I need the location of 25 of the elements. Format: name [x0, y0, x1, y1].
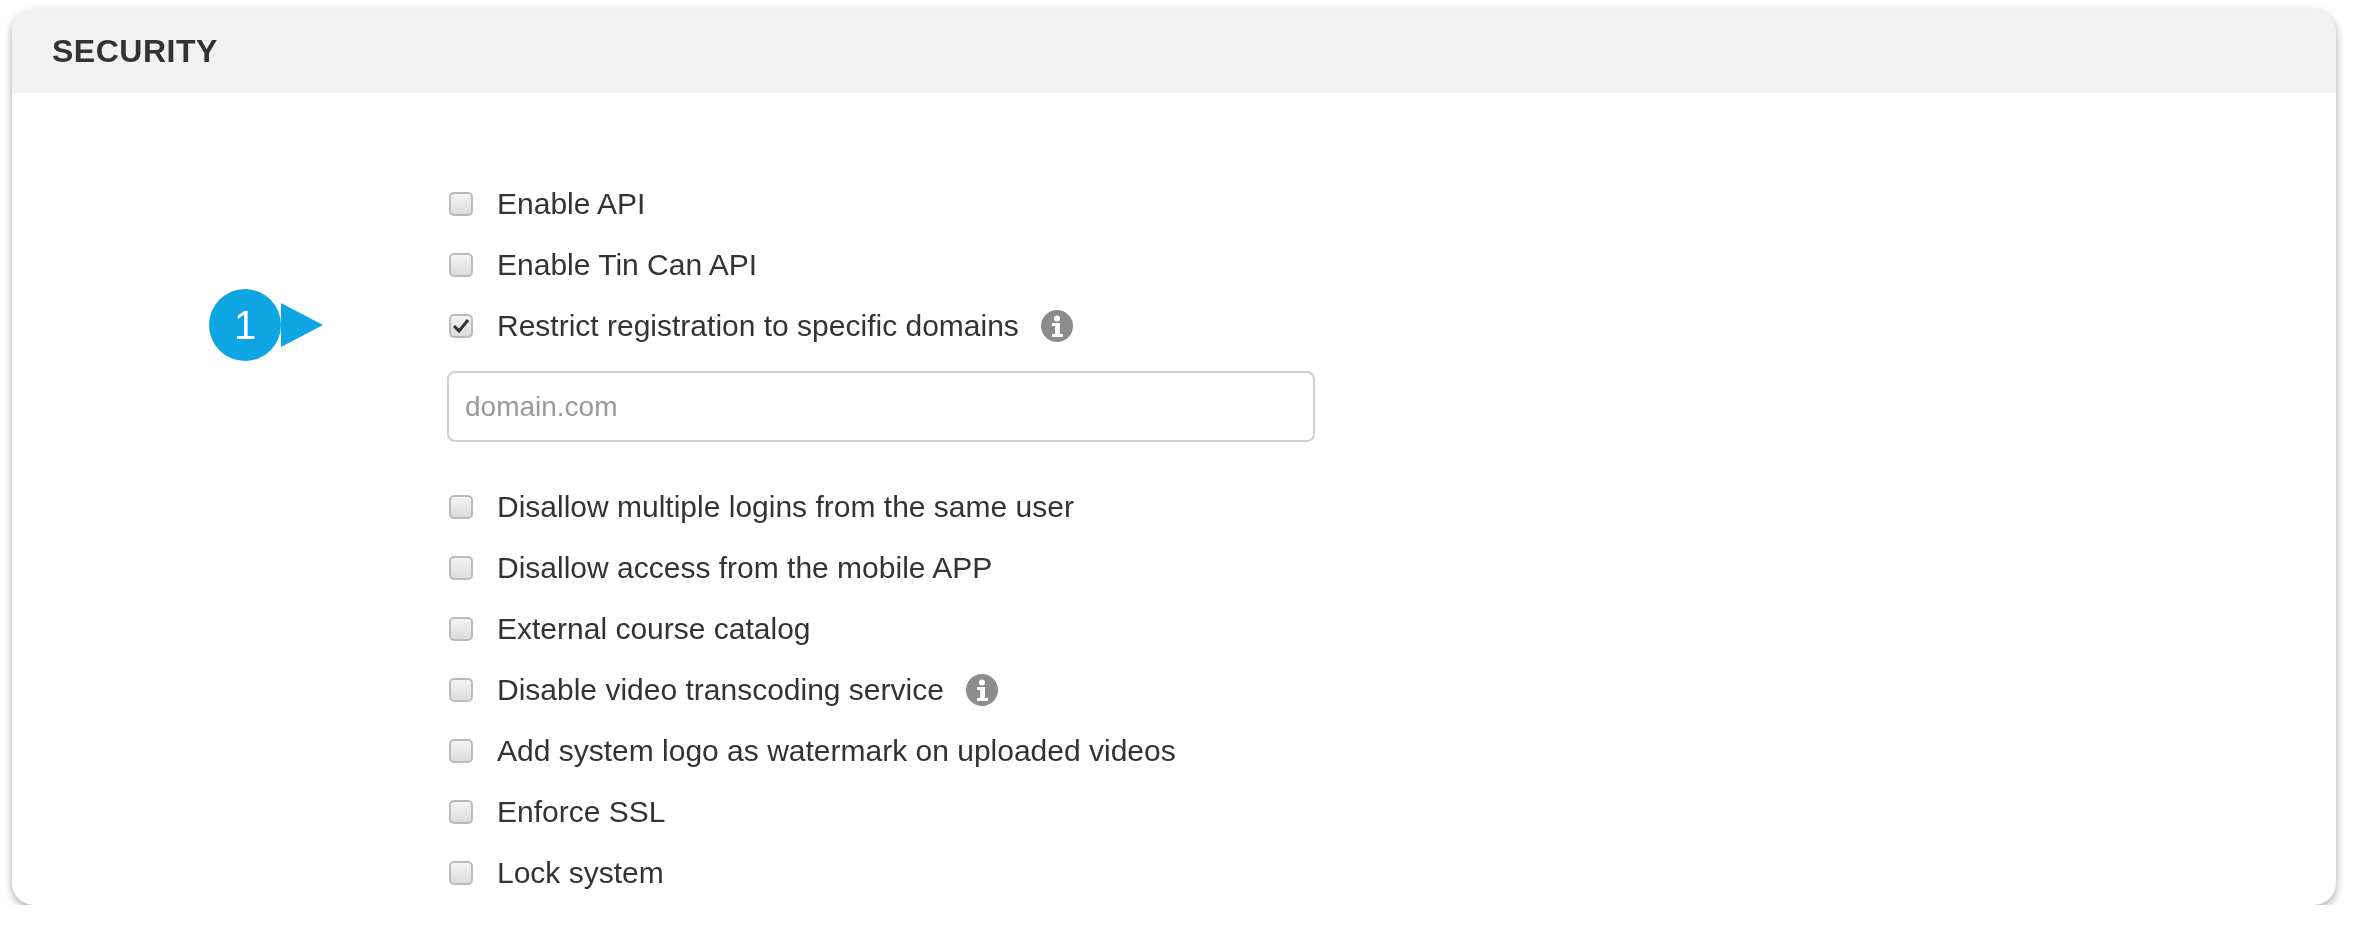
info-icon[interactable]	[965, 673, 998, 706]
checkbox[interactable]	[449, 313, 473, 338]
panel-title: SECURITY	[52, 33, 218, 70]
option-label: Lock system	[497, 855, 664, 890]
option-label: Enable API	[497, 186, 646, 221]
option-label: Enable Tin Can API	[497, 247, 758, 282]
checkbox[interactable]	[449, 616, 473, 641]
checkbox[interactable]	[449, 738, 473, 763]
checkbox[interactable]	[449, 494, 473, 519]
option-label: Disable video transcoding service	[497, 672, 944, 707]
checkbox[interactable]	[449, 677, 473, 702]
checkbox[interactable]	[449, 860, 473, 885]
option-label: External course catalog	[497, 611, 811, 646]
option-label: Add system logo as watermark on uploaded videos	[497, 733, 1176, 768]
checkbox[interactable]	[449, 191, 473, 216]
checkbox[interactable]	[449, 252, 473, 277]
option-label: Disallow multiple logins from the same user	[497, 489, 1074, 524]
checkbox[interactable]	[449, 799, 473, 824]
option-label: Disallow access from the mobile APP	[497, 550, 993, 585]
checkbox[interactable]	[449, 555, 473, 580]
option-label: Restrict registration to specific domains	[497, 308, 1019, 343]
callout-pointer	[281, 303, 323, 347]
domain-input-field[interactable]: domain.com	[447, 371, 1315, 442]
info-icon[interactable]	[1040, 309, 1073, 342]
option-label: Enforce SSL	[497, 794, 666, 829]
